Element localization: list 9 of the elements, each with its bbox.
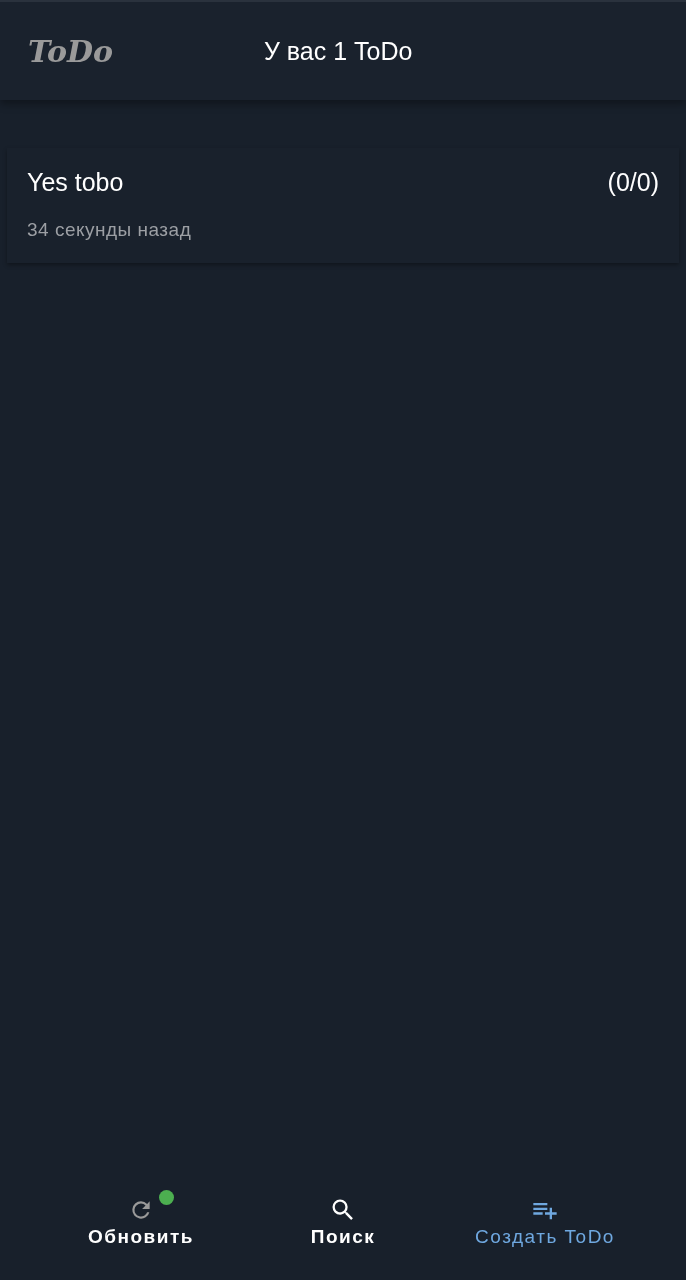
nav-button[interactable]: Поиск — [273, 1184, 413, 1280]
todo-card[interactable]: Yes tobo (0/0) 34 секунды назад — [7, 148, 679, 263]
nav-button[interactable]: Обновить — [71, 1184, 211, 1280]
todo-time: 34 секунды назад — [27, 219, 193, 241]
todo-count: (0/0) — [607, 168, 659, 197]
todo-title: Yes tobo — [27, 168, 124, 197]
header-title: У вас 1 ToDo — [264, 36, 413, 66]
nav-button[interactable]: Создать ToDo — [475, 1184, 615, 1280]
app-logo: ToDo — [28, 33, 114, 69]
